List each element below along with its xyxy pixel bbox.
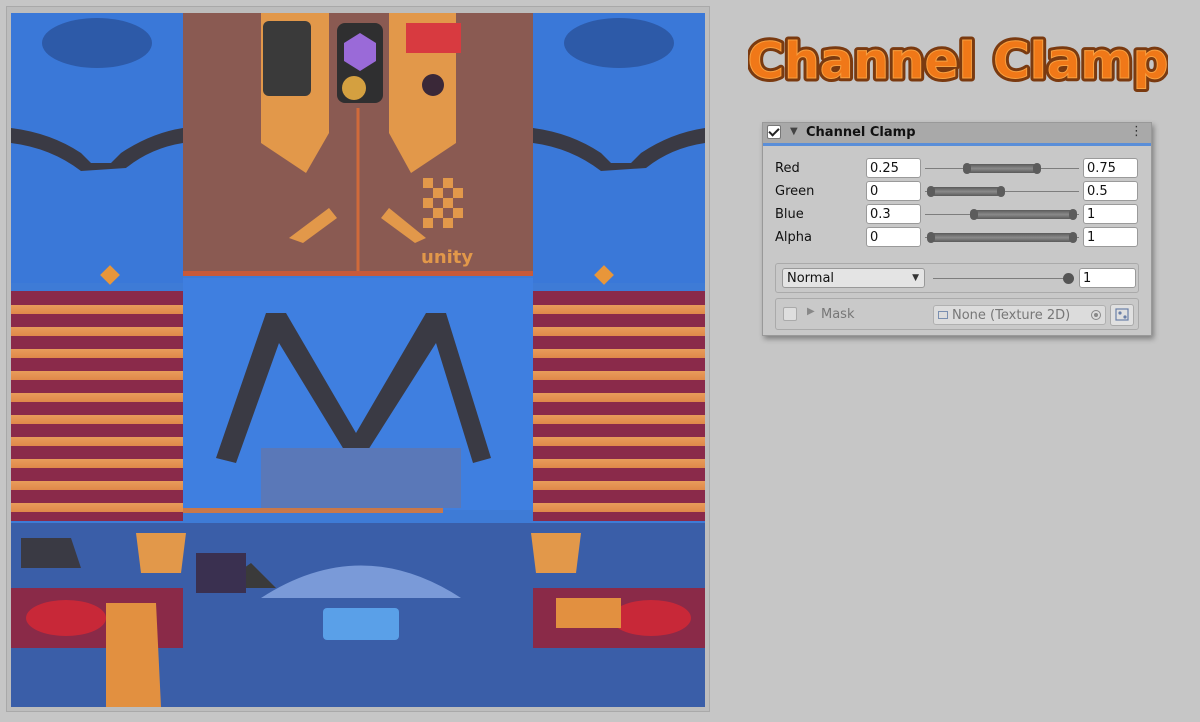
green-range-fill[interactable] <box>927 186 1005 197</box>
chevron-down-icon: ▼ <box>912 273 919 283</box>
kebab-menu-icon[interactable]: ⋮ <box>1130 124 1143 139</box>
blue-range-fill[interactable] <box>970 209 1077 220</box>
green-range-slider[interactable] <box>925 186 1079 197</box>
red-range-slider[interactable] <box>925 163 1079 174</box>
channel-row-alpha: Alpha 0 1 <box>763 227 1151 249</box>
channel-row-red: Red 0.25 0.75 <box>763 158 1151 180</box>
object-picker-icon[interactable] <box>1091 310 1101 320</box>
blend-mode-dropdown[interactable]: Normal ▼ <box>782 268 925 288</box>
red-max-input[interactable]: 0.75 <box>1083 158 1138 178</box>
channel-clamp-panel: ▼ Channel Clamp ⋮ Red 0.25 0.75 Green 0 … <box>762 122 1152 336</box>
alpha-range-fill[interactable] <box>927 232 1077 243</box>
alpha-range-slider[interactable] <box>925 232 1079 243</box>
texture-unity-text: unity <box>421 247 473 268</box>
title-logo: Channel Clamp Channel Clamp <box>748 29 1168 94</box>
collapse-arrow-icon[interactable]: ▼ <box>790 126 798 137</box>
green-min-input[interactable]: 0 <box>866 181 921 201</box>
channel-label: Blue <box>775 207 804 222</box>
enable-checkbox[interactable] <box>767 125 781 139</box>
red-range-fill[interactable] <box>963 163 1041 174</box>
channel-label: Red <box>775 161 800 176</box>
title-text: Channel Clamp <box>748 32 1168 90</box>
panel-title: Channel Clamp <box>806 125 916 140</box>
alpha-min-input[interactable]: 0 <box>866 227 921 247</box>
blend-mode-value: Normal <box>787 271 835 286</box>
blue-range-slider[interactable] <box>925 209 1079 220</box>
opacity-slider[interactable] <box>933 278 1069 279</box>
blue-min-input[interactable]: 0.3 <box>866 204 921 224</box>
texture-icon <box>938 311 948 319</box>
texture-options-button[interactable] <box>1110 304 1134 326</box>
red-min-input[interactable]: 0.25 <box>866 158 921 178</box>
alpha-max-input[interactable]: 1 <box>1083 227 1138 247</box>
mask-group: ▶ Mask None (Texture 2D) <box>775 298 1139 330</box>
mask-label: Mask <box>821 307 855 322</box>
texture-preview: unity <box>11 13 705 707</box>
mask-texture-value: None (Texture 2D) <box>952 308 1071 323</box>
mask-texture-field[interactable]: None (Texture 2D) <box>933 305 1106 325</box>
blue-max-input[interactable]: 1 <box>1083 204 1138 224</box>
mask-enable-checkbox[interactable] <box>783 307 797 321</box>
opacity-input[interactable]: 1 <box>1079 268 1136 288</box>
opacity-slider-handle[interactable] <box>1063 273 1074 284</box>
texture-settings-icon <box>1115 308 1129 321</box>
blend-group: Normal ▼ 1 <box>775 263 1139 293</box>
texture-image: unity <box>11 13 705 707</box>
green-max-input[interactable]: 0.5 <box>1083 181 1138 201</box>
channel-row-blue: Blue 0.3 1 <box>763 204 1151 226</box>
mask-expand-arrow-icon[interactable]: ▶ <box>807 306 815 317</box>
channel-label: Alpha <box>775 230 812 245</box>
channel-row-green: Green 0 0.5 <box>763 181 1151 203</box>
texture-preview-frame: unity <box>6 6 710 712</box>
panel-header: ▼ Channel Clamp ⋮ <box>763 123 1151 146</box>
channel-label: Green <box>775 184 815 199</box>
